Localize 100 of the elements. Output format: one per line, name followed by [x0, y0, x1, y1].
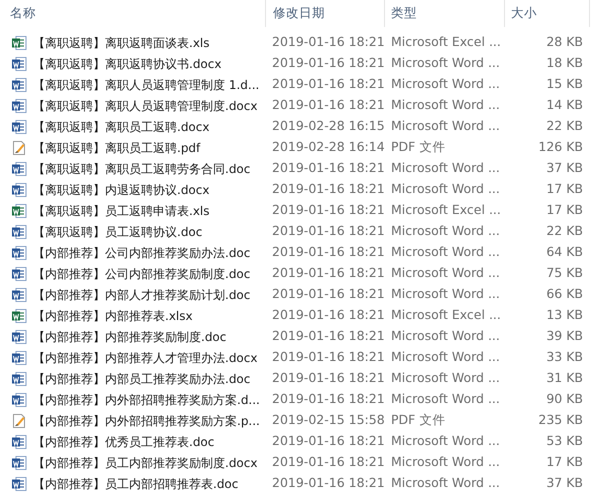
file-size: 17 KB: [545, 180, 583, 198]
file-name[interactable]: 【内部推荐】员工内部招聘推荐表.doc: [33, 474, 238, 492]
file-size: 37 KB: [545, 159, 583, 178]
file-name[interactable]: 【内部推荐】内部推荐奖励制度.doc: [33, 328, 226, 346]
document-pen-icon: [11, 140, 27, 156]
file-size: 13 KB: [545, 306, 583, 324]
file-type: Microsoft Word ...: [390, 117, 501, 136]
modified-date: 2019-01-16 18:21: [271, 285, 385, 304]
file-type: Microsoft Word ...: [390, 264, 501, 282]
modified-date: 2019-01-16 18:21: [271, 222, 385, 240]
file-size: 17 KB: [545, 453, 583, 472]
modified-date: 2019-01-16 18:21: [271, 348, 385, 366]
file-name[interactable]: 【离职返聘】离职员工返聘劳务合同.doc: [33, 160, 250, 178]
file-name[interactable]: 【内部推荐】内部员工推荐奖励办法.doc: [33, 370, 250, 388]
file-size: 64 KB: [545, 243, 583, 262]
file-size: 17 KB: [545, 201, 583, 220]
file-name[interactable]: 【内部推荐】公司内部推荐奖励制度.doc: [33, 264, 250, 282]
file-name[interactable]: 【离职返聘】员工返聘申请表.xls: [33, 202, 210, 220]
modified-date: 2019-02-15 15:58: [271, 411, 385, 430]
file-name[interactable]: 【内部推荐】内外部招聘推荐奖励方案.d...: [33, 390, 260, 408]
file-size: 39 KB: [545, 327, 583, 346]
file-size: 66 KB: [545, 285, 583, 304]
file-type: Microsoft Word ...: [390, 369, 501, 388]
modified-date: 2019-01-16 18:21: [271, 159, 385, 178]
word-document-icon: [11, 370, 27, 386]
column-header[interactable]: 大小: [505, 0, 590, 27]
word-document-icon: [11, 454, 27, 470]
word-document-icon: [11, 286, 27, 302]
file-type: Microsoft Excel ...: [390, 306, 502, 324]
file-size: 22 KB: [545, 117, 583, 136]
file-type: Microsoft Word ...: [390, 285, 501, 304]
word-document-icon: [11, 392, 27, 408]
file-name[interactable]: 【离职返聘】内退返聘协议.docx: [33, 180, 210, 198]
file-type: Microsoft Word ...: [390, 222, 501, 240]
word-document-icon: [11, 350, 27, 366]
modified-date: 2019-01-16 18:21: [271, 201, 385, 220]
file-size: 15 KB: [545, 75, 583, 94]
word-document-icon: [11, 476, 27, 492]
file-name[interactable]: 【内部推荐】员工内部推荐奖励制度.docx: [33, 454, 258, 472]
spreadsheet-icon: [11, 34, 27, 50]
file-name[interactable]: 【离职返聘】员工返聘协议.doc: [33, 222, 202, 240]
word-document-icon: [11, 76, 27, 92]
file-size: 14 KB: [545, 96, 583, 114]
file-name[interactable]: 【离职返聘】离职人员返聘管理制度 1.d...: [33, 76, 260, 94]
modified-date: 2019-01-16 18:21: [271, 264, 385, 282]
file-size: 235 KB: [537, 411, 583, 430]
file-type: Microsoft Excel ...: [390, 33, 502, 52]
file-type: Microsoft Word ...: [390, 159, 501, 178]
file-type: PDF 文件: [390, 138, 446, 156]
column-header[interactable]: 名称: [0, 4, 265, 23]
file-size: 18 KB: [545, 54, 583, 72]
file-type: Microsoft Word ...: [390, 432, 501, 450]
word-document-icon: [11, 266, 27, 282]
word-document-icon: [11, 244, 27, 260]
word-document-icon: [11, 160, 27, 176]
file-name[interactable]: 【离职返聘】离职员工返聘.pdf: [33, 138, 200, 156]
file-size: 75 KB: [545, 264, 583, 282]
modified-date: 2019-01-16 18:21: [271, 432, 385, 450]
file-name[interactable]: 【离职返聘】离职人员返聘管理制度.docx: [33, 96, 258, 114]
word-document-icon: [11, 434, 27, 450]
modified-date: 2019-01-16 18:21: [271, 369, 385, 388]
modified-date: 2019-01-16 18:21: [271, 33, 385, 52]
file-size: 31 KB: [545, 369, 583, 388]
file-type: Microsoft Word ...: [390, 75, 501, 94]
file-type: Microsoft Word ...: [390, 243, 501, 262]
modified-date: 2019-01-16 18:21: [271, 453, 385, 472]
modified-date: 2019-02-28 16:15: [271, 117, 385, 136]
modified-date: 2019-01-16 18:21: [271, 327, 385, 346]
document-pen-icon: [11, 412, 27, 428]
modified-date: 2019-01-16 18:21: [271, 54, 385, 72]
file-type: Microsoft Word ...: [390, 54, 501, 72]
spreadsheet-icon: [11, 202, 27, 218]
file-name[interactable]: 【内部推荐】内外部招聘推荐奖励方案.p...: [33, 412, 260, 430]
modified-date: 2019-01-16 18:21: [271, 75, 385, 94]
modified-date: 2019-01-16 18:21: [271, 390, 385, 408]
file-type: Microsoft Word ...: [390, 180, 501, 198]
file-size: 33 KB: [545, 348, 583, 366]
file-type: Microsoft Excel ...: [390, 201, 502, 220]
file-name[interactable]: 【离职返聘】离职返聘协议书.docx: [33, 54, 222, 72]
file-type: Microsoft Word ...: [390, 96, 501, 114]
file-name[interactable]: 【内部推荐】内部人才推荐奖励计划.doc: [33, 286, 250, 304]
file-name[interactable]: 【内部推荐】内部推荐人才管理办法.docx: [33, 348, 258, 366]
file-name[interactable]: 【内部推荐】公司内部推荐奖励办法.doc: [33, 244, 250, 262]
file-name[interactable]: 【内部推荐】内部推荐表.xlsx: [33, 306, 193, 324]
column-header[interactable]: 修改日期: [265, 0, 385, 27]
column-header[interactable]: 类型: [385, 0, 505, 27]
file-size: 37 KB: [545, 474, 583, 492]
file-size: 53 KB: [545, 432, 583, 450]
word-document-icon: [11, 56, 27, 72]
word-document-icon: [11, 224, 27, 240]
file-type: Microsoft Word ...: [390, 348, 501, 366]
modified-date: 2019-01-16 18:21: [271, 243, 385, 262]
file-name[interactable]: 【离职返聘】离职员工返聘.docx: [33, 118, 210, 136]
modified-date: 2019-01-16 18:21: [271, 306, 385, 324]
file-type: Microsoft Word ...: [390, 474, 501, 492]
file-name[interactable]: 【内部推荐】优秀员工推荐表.doc: [33, 432, 214, 450]
file-size: 22 KB: [545, 222, 583, 240]
file-size: 28 KB: [545, 33, 583, 52]
modified-date: 2019-02-28 16:14: [271, 138, 385, 156]
file-name[interactable]: 【离职返聘】离职返聘面谈表.xls: [33, 34, 210, 52]
